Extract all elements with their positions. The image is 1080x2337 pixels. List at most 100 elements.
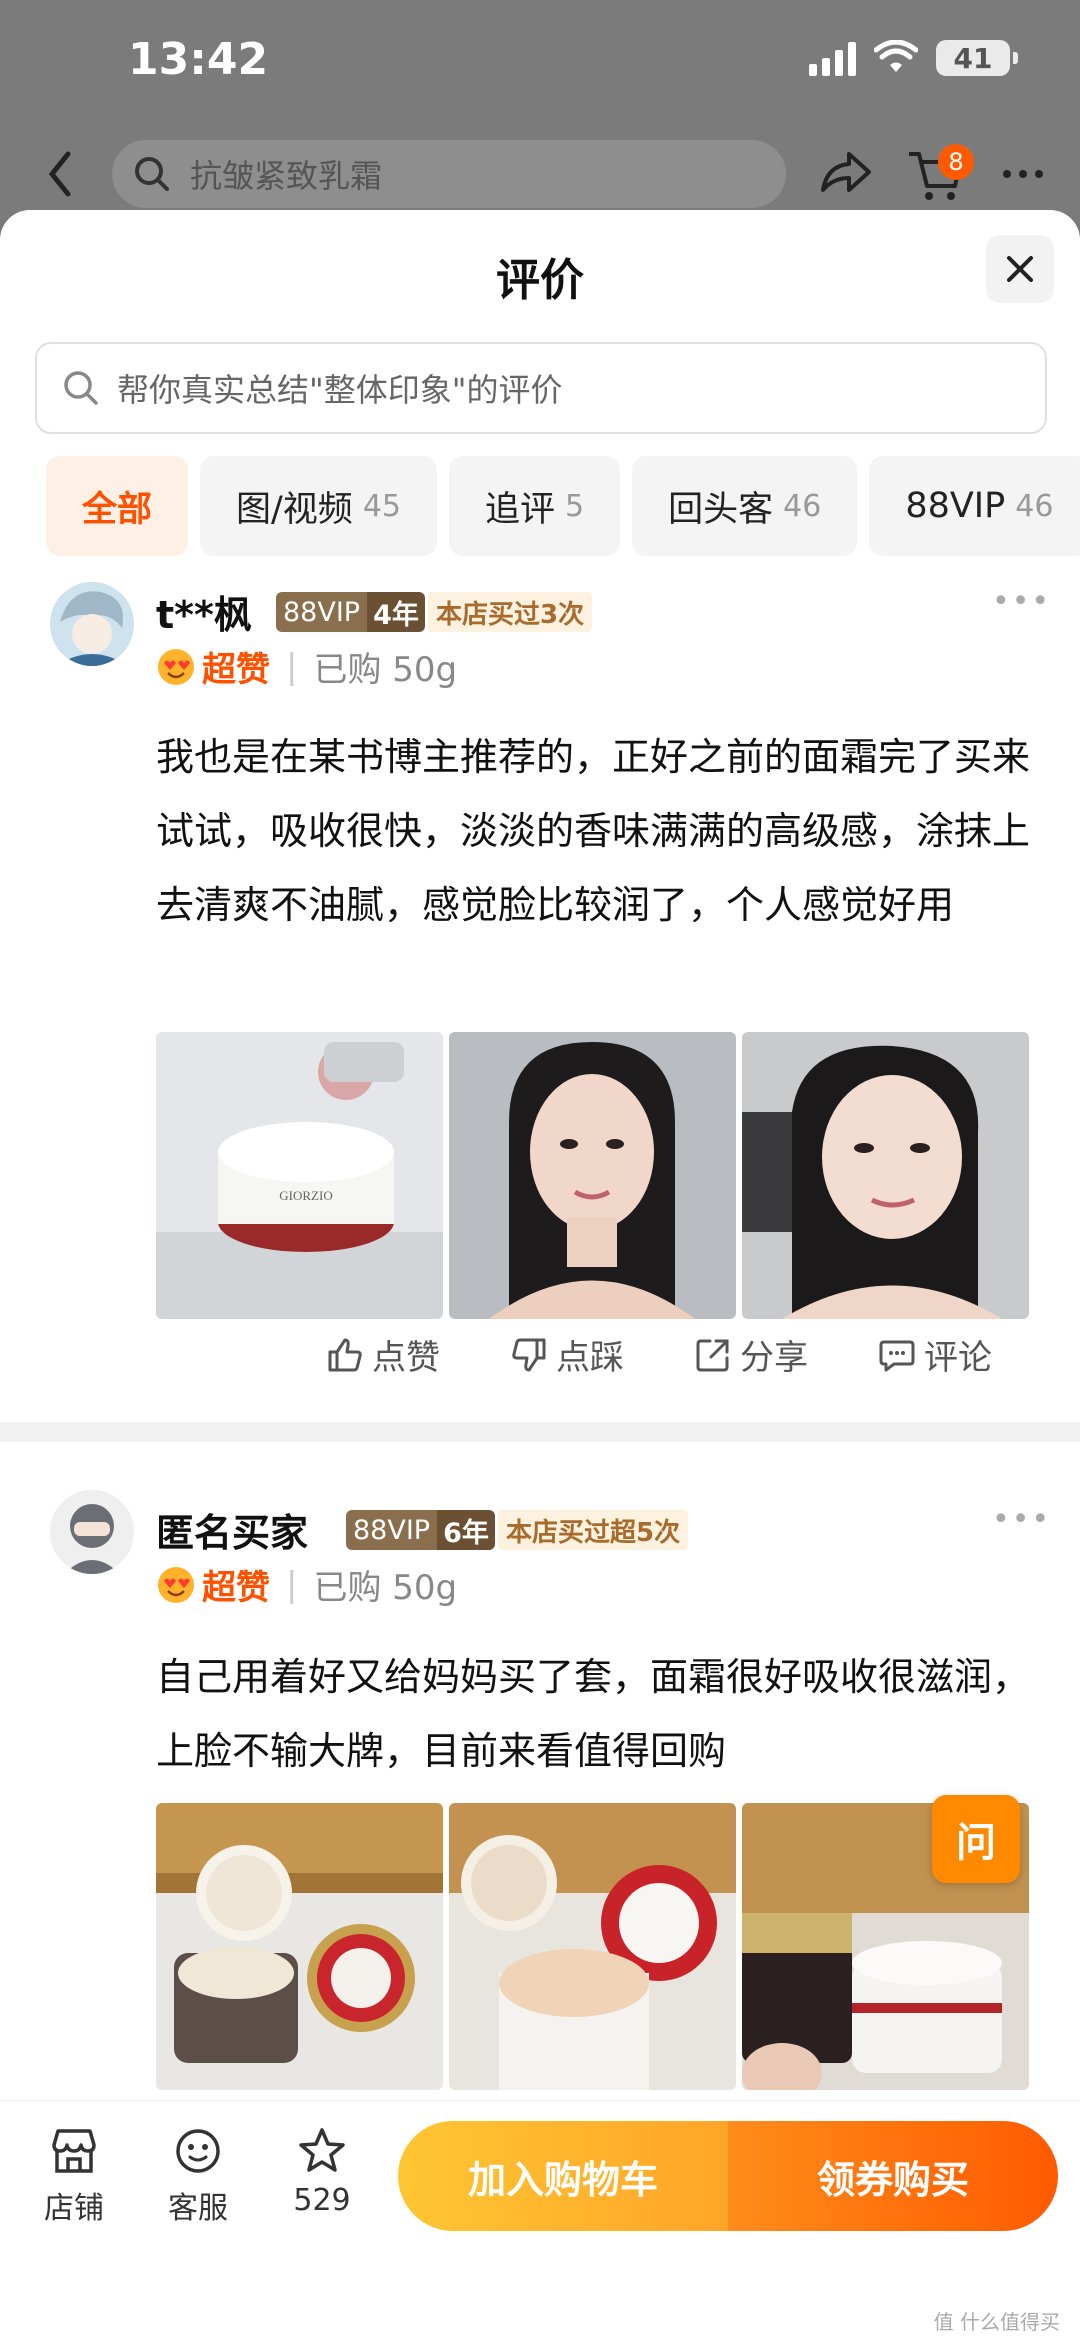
sheet-title: 评价 xyxy=(496,255,584,306)
shop-label: 店铺 xyxy=(44,2191,104,2226)
customer-service-button[interactable]: 客服 xyxy=(148,2125,248,2227)
comment-icon xyxy=(879,1340,915,1371)
avatar-image xyxy=(50,1490,134,1574)
buy-with-coupon-button[interactable]: 领券购买 xyxy=(728,2121,1058,2231)
purchased-spec: 已购 50g xyxy=(313,650,458,690)
review-photo[interactable] xyxy=(449,1803,736,2090)
watermark: 值 什么值得买 xyxy=(933,2310,1060,2334)
back-icon[interactable] xyxy=(40,144,80,204)
review-photo[interactable]: GIORZIO xyxy=(156,1032,443,1319)
vip-badge: 88VIP 6年 xyxy=(346,1510,495,1550)
rating-separator: | xyxy=(286,646,298,687)
cream-jars-photo xyxy=(156,1803,443,2090)
cart-count-badge: 8 xyxy=(938,144,974,180)
ask-question-button[interactable]: 问 xyxy=(932,1795,1020,1883)
add-to-cart-button[interactable]: 加入购物车 xyxy=(398,2121,728,2231)
filter-chip-label: 图/视频 xyxy=(236,489,353,530)
comment-button[interactable]: 评论 xyxy=(878,1330,992,1379)
product-search-text: 抗皱紧致乳霜 xyxy=(190,157,383,195)
rating-label: 超赞 xyxy=(202,650,270,690)
wifi-icon xyxy=(874,40,918,72)
review-photos xyxy=(156,1803,1029,2090)
close-button[interactable] xyxy=(986,235,1054,303)
comment-label: 评论 xyxy=(924,1338,992,1378)
vip-years: 4年 xyxy=(367,592,425,632)
status-bar: 13:42 41 xyxy=(0,0,1080,130)
customer-service-icon xyxy=(176,2129,220,2173)
signal-icon xyxy=(809,40,856,76)
filter-chip-repeat-customer[interactable]: 回头客 46 xyxy=(632,456,858,556)
avatar[interactable] xyxy=(50,1490,134,1574)
repeat-purchase-tag: 本店买过超5次 xyxy=(498,1510,689,1550)
jar-brand-text: GIORZIO xyxy=(279,1188,332,1203)
avatar[interactable] xyxy=(50,582,134,666)
cream-jar-photo: GIORZIO xyxy=(156,1032,443,1319)
status-time: 13:42 xyxy=(128,34,269,85)
filter-chip-followup[interactable]: 追评 5 xyxy=(449,456,621,556)
rating-label: 超赞 xyxy=(202,1568,270,1608)
vip-badge: 88VIP 4年 xyxy=(276,592,425,632)
reviewer-name: 匿名买家 xyxy=(156,1511,309,1555)
rating-separator: | xyxy=(286,1564,298,1605)
review-photos: GIORZIO xyxy=(156,1032,1029,1319)
star-icon xyxy=(299,2128,345,2172)
bottom-action-bar: 店铺 客服 529 加入购物车 领券购买 值 什么值得买 xyxy=(0,2100,1080,2337)
shop-icon xyxy=(52,2129,96,2173)
favorite-count: 529 xyxy=(293,2183,351,2218)
vip-label: 88VIP xyxy=(346,1510,438,1550)
heart-eyes-icon xyxy=(158,648,194,685)
filter-chip-label: 追评 xyxy=(485,489,556,530)
customer-service-label: 客服 xyxy=(168,2191,228,2226)
cream-jars-photo xyxy=(449,1803,736,2090)
review-item: 匿名买家 88VIP 6年 本店买过超5次 ••• 超赞 | 已购 50g 自己用… xyxy=(0,1490,1080,2130)
more-options-icon[interactable]: ••• xyxy=(992,584,1051,619)
share-label: 分享 xyxy=(740,1338,808,1378)
review-item: t**枫 88VIP 4年 本店买过3次 ••• 超赞 | 已购 50g 我也是在… xyxy=(0,570,1080,1319)
close-icon xyxy=(1007,256,1033,282)
review-photo[interactable] xyxy=(449,1032,736,1319)
rating-row: 超赞 | 已购 50g xyxy=(156,642,457,691)
filter-chip-count: 45 xyxy=(362,488,401,524)
battery-indicator: 41 xyxy=(936,40,1018,76)
like-label: 点赞 xyxy=(372,1338,440,1378)
review-actions: 点赞 点踩 分享 评论 xyxy=(326,1330,992,1379)
vip-years: 6年 xyxy=(437,1510,495,1550)
rating-row: 超赞 | 已购 50g xyxy=(156,1560,457,1609)
heart-eyes-icon xyxy=(158,1566,194,1603)
reviews-sheet: 评价 帮你真实总结"整体印象"的评价 全部 图/视频 45 追评 5 回头客 46 8… xyxy=(0,210,1080,2336)
filter-chip-all[interactable]: 全部 xyxy=(46,456,189,556)
more-options-icon[interactable]: ••• xyxy=(992,1502,1051,1537)
thumbs-down-icon xyxy=(512,1338,546,1371)
like-button[interactable]: 点赞 xyxy=(326,1330,440,1379)
filter-chip-count: 46 xyxy=(783,488,822,524)
share-icon[interactable] xyxy=(815,144,875,204)
review-search-input[interactable]: 帮你真实总结"整体印象"的评价 xyxy=(35,342,1047,434)
share-review-button[interactable]: 分享 xyxy=(694,1330,808,1379)
share-icon xyxy=(696,1339,729,1371)
filter-chip-label: 回头客 xyxy=(668,489,774,530)
search-icon xyxy=(135,157,169,191)
review-text: 自己用着好又给妈妈买了套，面霜很好吸收很滋润，上脸不输大牌，目前来看值得回购 xyxy=(156,1655,1031,1773)
more-icon[interactable] xyxy=(995,144,1055,204)
vip-label: 88VIP xyxy=(276,592,368,632)
filter-chips: 全部 图/视频 45 追评 5 回头客 46 88VIP 46 xyxy=(46,456,1080,556)
review-text: 我也是在某书博主推荐的，正好之前的面霜完了买来试试，吸收很快，淡淡的香味满满的高… xyxy=(156,735,1031,927)
dislike-label: 点踩 xyxy=(556,1338,624,1378)
review-photo[interactable] xyxy=(742,1032,1029,1319)
filter-chip-count: 46 xyxy=(1015,488,1054,524)
thumbs-up-icon xyxy=(328,1338,362,1371)
filter-chip-count: 5 xyxy=(565,488,585,524)
status-icons: 41 xyxy=(809,40,1018,76)
product-nav-bar: 抗皱紧致乳霜 8 xyxy=(0,130,1080,220)
filter-chip-88vip[interactable]: 88VIP 46 xyxy=(869,456,1080,556)
favorite-button[interactable]: 529 xyxy=(272,2125,372,2218)
filter-chip-photo-video[interactable]: 图/视频 45 xyxy=(200,456,437,556)
search-icon xyxy=(64,371,98,405)
review-photo[interactable] xyxy=(156,1803,443,2090)
shop-button[interactable]: 店铺 xyxy=(24,2125,124,2227)
dislike-button[interactable]: 点踩 xyxy=(510,1330,624,1379)
product-search-bar[interactable]: 抗皱紧致乳霜 xyxy=(112,140,786,208)
section-divider xyxy=(0,1422,1080,1442)
review-search-placeholder: 帮你真实总结"整体印象"的评价 xyxy=(117,371,563,409)
reviewer-name: t**枫 xyxy=(156,593,252,637)
